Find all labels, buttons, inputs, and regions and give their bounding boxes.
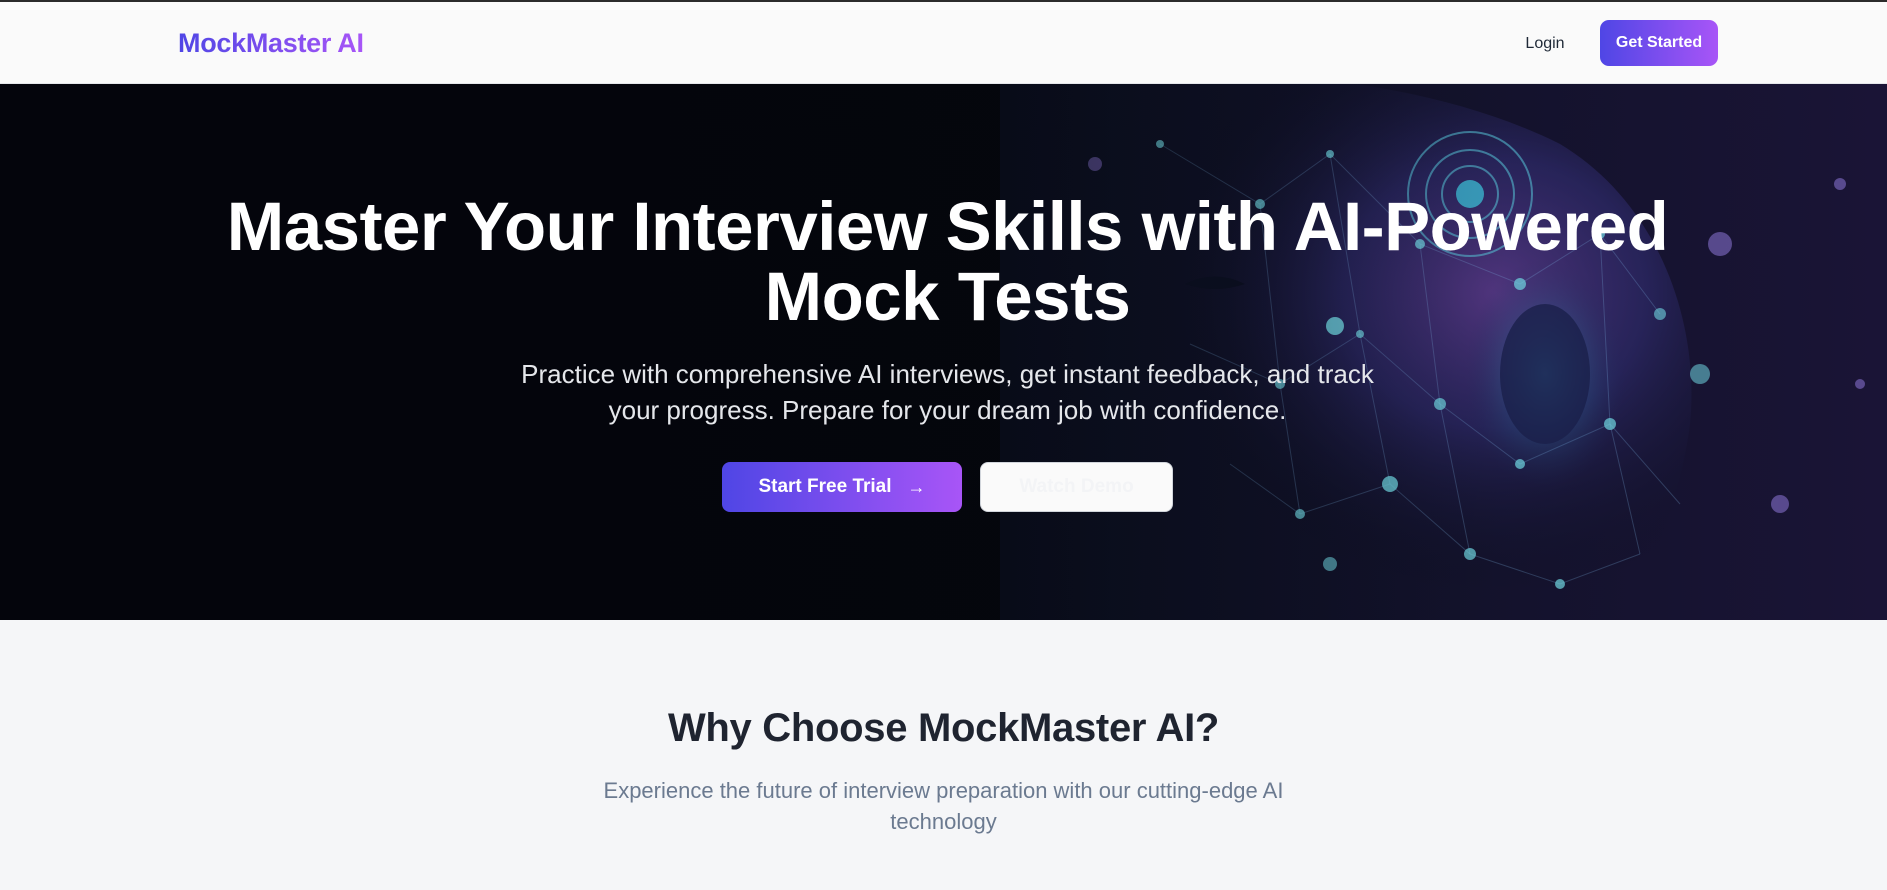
- hero-overlay: [0, 84, 1887, 620]
- features-subtitle: Experience the future of interview prepa…: [603, 778, 1284, 834]
- brand-logo[interactable]: MockMaster AI: [178, 28, 364, 59]
- hero-title: Master Your Interview Skills with AI-Pow…: [226, 188, 1669, 335]
- get-started-button[interactable]: Get Started: [1600, 20, 1718, 66]
- hero-subtitle: Practice with comprehensive AI interview…: [521, 359, 1374, 425]
- navbar: MockMaster AI Login Get Started: [0, 2, 1887, 84]
- start-free-trial-label: Start Free Trial: [758, 476, 892, 497]
- hero-section: Master Your Interview Skills with AI-Pow…: [0, 84, 1887, 620]
- start-free-trial-button[interactable]: Start Free Trial →: [722, 462, 962, 512]
- arrow-right-icon: →: [907, 476, 926, 497]
- login-link[interactable]: Login: [1510, 22, 1580, 66]
- watch-demo-button[interactable]: Watch Demo: [980, 462, 1173, 512]
- features-title: Why Choose MockMaster AI?: [667, 706, 1220, 750]
